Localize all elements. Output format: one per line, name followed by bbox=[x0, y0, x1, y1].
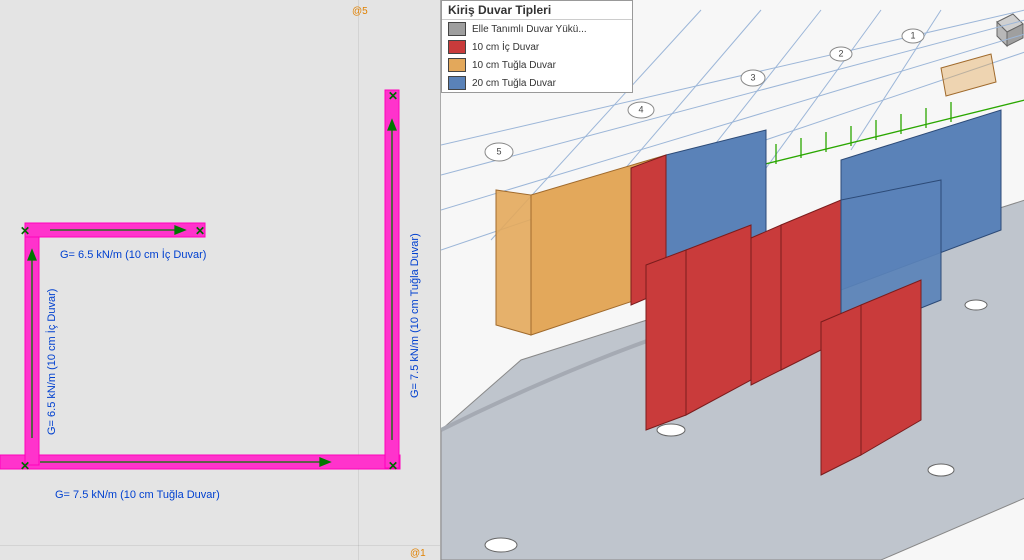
legend-label: 10 cm Tuğla Duvar bbox=[472, 60, 556, 71]
legend-label: 20 cm Tuğla Duvar bbox=[472, 78, 556, 89]
legend-label: 10 cm İç Duvar bbox=[472, 42, 539, 53]
legend-swatch bbox=[448, 22, 466, 36]
svg-text:✕: ✕ bbox=[20, 224, 30, 238]
legend-label: Elle Tanımlı Duvar Yükü... bbox=[472, 24, 587, 35]
svg-text:1: 1 bbox=[910, 30, 915, 40]
plan-left-label: G= 6.5 kN/m (10 cm İç Duvar) bbox=[45, 289, 58, 435]
svg-text:2: 2 bbox=[838, 48, 843, 58]
plan-top-label: G= 6.5 kN/m (10 cm İç Duvar) bbox=[60, 248, 206, 261]
svg-text:3: 3 bbox=[750, 72, 755, 82]
svg-text:✕: ✕ bbox=[195, 224, 205, 238]
split-view: ✕ ✕ ✕ ✕ ✕ G= 7.5 kN/m (10 cm Tuğla Duvar… bbox=[0, 0, 1024, 560]
legend-swatch bbox=[448, 58, 466, 72]
axis-bottom-label: @1 bbox=[410, 548, 426, 559]
legend-title: Kiriş Duvar Tipleri bbox=[442, 1, 632, 20]
svg-text:✕: ✕ bbox=[388, 89, 398, 103]
legend-row: 20 cm Tuğla Duvar bbox=[442, 74, 632, 92]
legend-box: Kiriş Duvar Tipleri Elle Tanımlı Duvar Y… bbox=[441, 0, 633, 93]
perspective-3d-pane[interactable]: Kiriş Duvar Tipleri Elle Tanımlı Duvar Y… bbox=[441, 0, 1024, 560]
legend-swatch bbox=[448, 76, 466, 90]
svg-text:✕: ✕ bbox=[388, 459, 398, 473]
legend-swatch bbox=[448, 40, 466, 54]
plan-2d-pane[interactable]: ✕ ✕ ✕ ✕ ✕ G= 7.5 kN/m (10 cm Tuğla Duvar… bbox=[0, 0, 441, 560]
axis-top-label: @5 bbox=[352, 6, 368, 17]
plan-2d-svg: ✕ ✕ ✕ ✕ ✕ G= 7.5 kN/m (10 cm Tuğla Duvar… bbox=[0, 0, 440, 560]
svg-text:4: 4 bbox=[638, 104, 643, 114]
plan-right-label: G= 7.5 kN/m (10 cm Tuğla Duvar) bbox=[409, 233, 421, 398]
plan-bottom-label: G= 7.5 kN/m (10 cm Tuğla Duvar) bbox=[55, 489, 220, 501]
svg-text:5: 5 bbox=[496, 146, 501, 156]
legend-row: 10 cm İç Duvar bbox=[442, 38, 632, 56]
legend-row: 10 cm Tuğla Duvar bbox=[442, 56, 632, 74]
legend-row: Elle Tanımlı Duvar Yükü... bbox=[442, 20, 632, 38]
svg-text:✕: ✕ bbox=[20, 459, 30, 473]
